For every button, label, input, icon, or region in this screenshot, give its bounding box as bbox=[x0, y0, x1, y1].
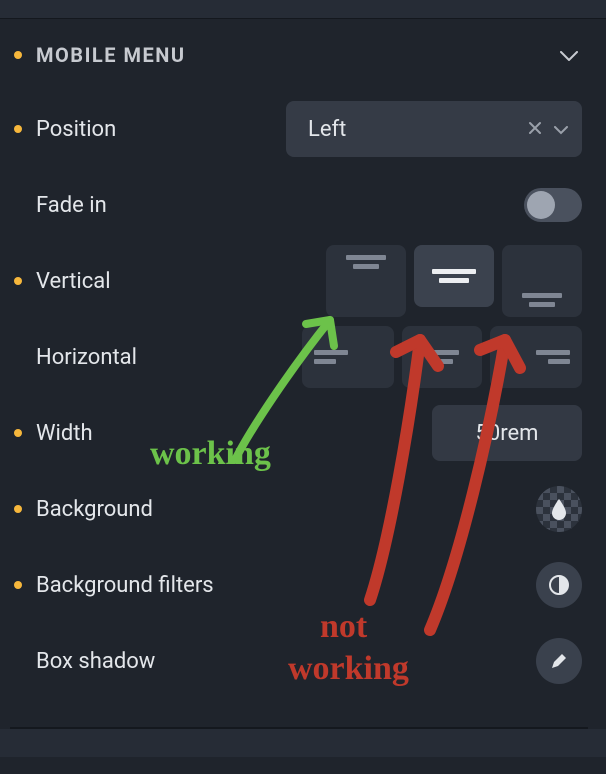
chevron-down-icon[interactable] bbox=[554, 120, 568, 139]
vertical-label: Vertical bbox=[36, 269, 111, 294]
row-position: Position Left bbox=[10, 91, 588, 167]
section-title: MOBILE MENU bbox=[36, 43, 560, 67]
background-filters-label: Background filters bbox=[36, 573, 214, 598]
horizontal-label: Horizontal bbox=[36, 345, 137, 370]
background-label: Background bbox=[36, 497, 153, 522]
horizontal-option-right[interactable] bbox=[490, 326, 582, 388]
top-bar bbox=[0, 0, 606, 19]
horizontal-option-left[interactable] bbox=[302, 326, 394, 388]
width-input[interactable]: 50rem bbox=[432, 405, 582, 461]
row-fade-in: Fade in bbox=[10, 167, 588, 243]
row-background: Background bbox=[10, 471, 588, 547]
modified-dot-icon bbox=[14, 505, 22, 513]
box-shadow-button[interactable] bbox=[536, 638, 582, 684]
width-label: Width bbox=[36, 421, 93, 446]
section-header[interactable]: MOBILE MENU bbox=[10, 19, 588, 91]
contrast-icon bbox=[548, 574, 570, 596]
vertical-options bbox=[326, 245, 582, 317]
modified-dot-icon bbox=[14, 125, 22, 133]
vertical-option-middle[interactable] bbox=[414, 245, 494, 307]
row-vertical: Vertical bbox=[10, 243, 588, 319]
mobile-menu-panel: MOBILE MENU Position Left bbox=[0, 19, 606, 729]
position-label: Position bbox=[36, 117, 116, 142]
spacer-dot bbox=[14, 353, 22, 361]
row-width: Width 50rem bbox=[10, 395, 588, 471]
spacer-dot bbox=[14, 657, 22, 665]
fade-in-label: Fade in bbox=[36, 193, 107, 218]
position-select-value: Left bbox=[308, 117, 346, 142]
horizontal-options bbox=[302, 326, 582, 388]
box-shadow-label: Box shadow bbox=[36, 649, 155, 674]
modified-dot-icon bbox=[14, 277, 22, 285]
vertical-option-top[interactable] bbox=[326, 245, 406, 317]
modified-dot-icon bbox=[14, 51, 22, 59]
bottom-strip bbox=[0, 729, 606, 757]
width-value: 50rem bbox=[476, 421, 539, 446]
horizontal-option-center[interactable] bbox=[402, 326, 482, 388]
background-filters-button[interactable] bbox=[536, 562, 582, 608]
droplet-icon bbox=[549, 497, 569, 521]
modified-dot-icon bbox=[14, 429, 22, 437]
spacer-dot bbox=[14, 201, 22, 209]
fade-in-toggle[interactable] bbox=[524, 188, 582, 222]
toggle-knob bbox=[527, 191, 555, 219]
chevron-down-icon bbox=[560, 46, 578, 65]
row-box-shadow: Box shadow bbox=[10, 623, 588, 699]
row-background-filters: Background filters bbox=[10, 547, 588, 623]
pencil-icon bbox=[550, 652, 568, 670]
background-color-button[interactable] bbox=[536, 486, 582, 532]
modified-dot-icon bbox=[14, 581, 22, 589]
position-select[interactable]: Left bbox=[286, 101, 582, 157]
vertical-option-bottom[interactable] bbox=[502, 245, 582, 317]
clear-icon[interactable] bbox=[528, 120, 542, 139]
row-horizontal: Horizontal bbox=[10, 319, 588, 395]
